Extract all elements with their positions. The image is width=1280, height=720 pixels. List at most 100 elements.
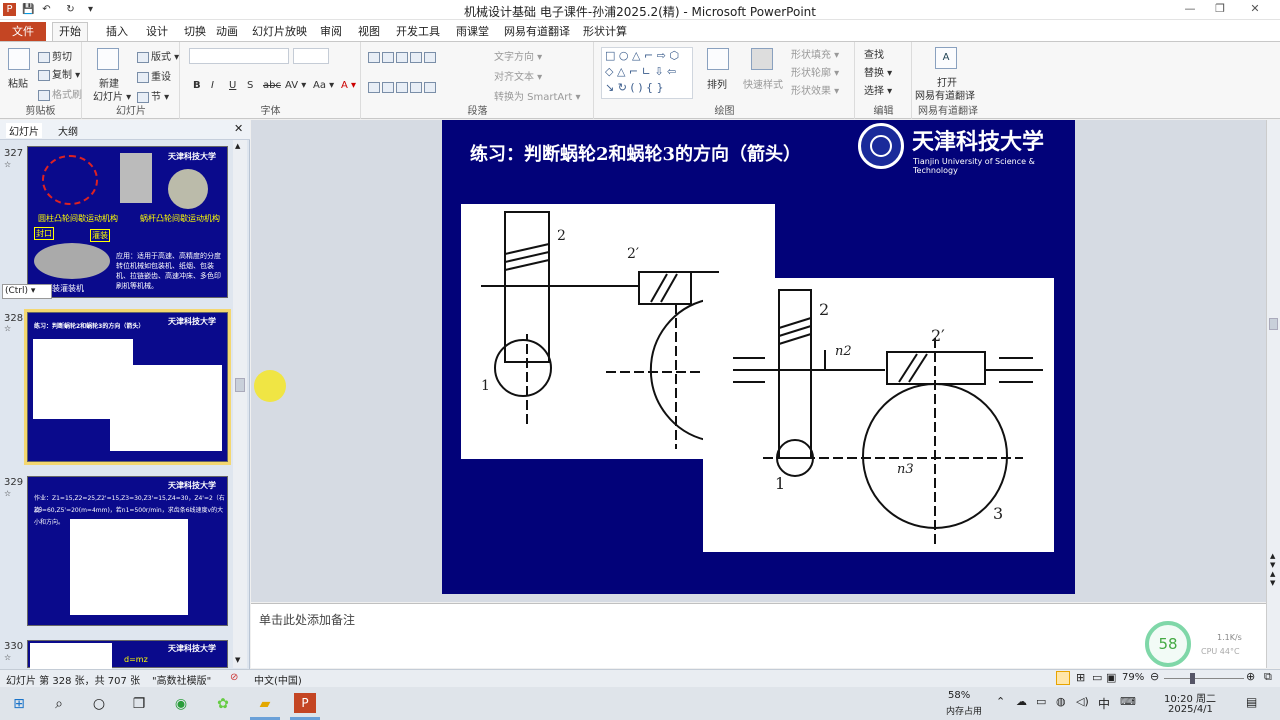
close-button[interactable]: ✕ xyxy=(1245,2,1265,18)
cut-button[interactable]: 剪切 xyxy=(38,48,72,63)
bold-button[interactable]: B xyxy=(193,80,201,91)
tab-outline[interactable]: 大纲 xyxy=(58,123,78,138)
language[interactable]: 中文(中国) xyxy=(254,672,302,687)
spellcheck-icon[interactable]: ⊘ xyxy=(230,672,238,683)
thumbnail-scrollbar[interactable]: ▲ ▼ xyxy=(233,140,247,668)
font-color-button[interactable]: A ▾ xyxy=(341,80,356,91)
tab-slides[interactable]: 幻灯片 xyxy=(6,123,42,138)
notes-pane[interactable]: 单击此处添加备注 xyxy=(251,603,1266,668)
fit-to-window-icon[interactable]: ⧉ xyxy=(1264,670,1272,684)
slideshow-icon[interactable]: ▣ xyxy=(1106,671,1116,684)
font-size-box[interactable] xyxy=(293,48,329,64)
cortana-icon[interactable]: ○ xyxy=(90,695,108,713)
scroll-down-icon[interactable]: ▼ xyxy=(235,656,240,664)
replace-button[interactable]: 替换 ▾ xyxy=(864,64,892,79)
italic-button[interactable]: I xyxy=(211,80,214,91)
slide-thumbnail-330[interactable]: d=mz 天津科技大学 xyxy=(27,640,228,669)
paste-options-popup[interactable]: (Ctrl) ▾ xyxy=(2,284,52,299)
quick-styles-button[interactable]: 快速样式 xyxy=(743,76,783,91)
current-slide[interactable]: 练习：判断蜗轮2和蜗轮3的方向（箭头） 天津科技大学 Tianjin Unive… xyxy=(442,120,1075,594)
slide-thumbnail-327[interactable]: 天津科技大学 圆柱凸轮间歇运动机构 蜗杆凸轮间歇运动机构 封口 灌装 应用：适用… xyxy=(27,146,228,298)
select-button[interactable]: 选择 ▾ xyxy=(864,82,892,97)
zoom-slider-thumb[interactable] xyxy=(1190,673,1195,684)
task-view-icon[interactable]: ❐ xyxy=(130,695,148,713)
list-buttons[interactable] xyxy=(368,50,488,64)
keyboard-icon[interactable]: ⌨ xyxy=(1120,695,1136,708)
zoom-out-icon[interactable]: ⊖ xyxy=(1150,670,1159,683)
network-icon[interactable]: ▭ xyxy=(1036,695,1046,708)
tab-slideshow[interactable]: 幻灯片放映 xyxy=(246,22,313,41)
open-youdao-button[interactable]: 网易有道翻译 xyxy=(915,87,975,102)
reading-view-icon[interactable]: ▭ xyxy=(1092,671,1102,684)
zoom-slider[interactable] xyxy=(1164,678,1244,679)
paste-button[interactable]: 粘贴 xyxy=(8,75,28,90)
underline-button[interactable]: U xyxy=(229,80,236,91)
find-button[interactable]: 查找 xyxy=(864,46,884,61)
slide-scroll-thumb[interactable] xyxy=(1269,318,1278,330)
tab-transitions[interactable]: 切换 xyxy=(178,22,212,41)
shape-fill-button[interactable]: 形状填充 ▾ xyxy=(791,46,839,61)
copy-button[interactable]: 复制 ▾ xyxy=(38,66,80,81)
file-explorer-icon[interactable]: ▰ xyxy=(256,695,274,713)
restore-button[interactable]: ❐ xyxy=(1210,2,1230,18)
tab-youdao[interactable]: 网易有道翻译 xyxy=(498,22,576,41)
tab-file[interactable]: 文件 xyxy=(0,22,46,41)
layout-button[interactable]: 版式 ▾ xyxy=(137,48,179,63)
slide-thumbnail-329[interactable]: 天津科技大学 作业：Z1=15,Z2=25,Z2'=15,Z3=30,Z3'=1… xyxy=(27,476,228,626)
tab-design[interactable]: 设计 xyxy=(140,22,174,41)
cloud-icon[interactable]: ☁ xyxy=(1016,695,1027,708)
tab-developer[interactable]: 开发工具 xyxy=(390,22,446,41)
spacing-button[interactable]: AV ▾ xyxy=(285,80,306,91)
reset-button[interactable]: 重设 xyxy=(137,68,171,83)
shape-effects-button[interactable]: 形状效果 ▾ xyxy=(791,82,839,97)
tab-shape-calc[interactable]: 形状计算 xyxy=(577,22,633,41)
slide-thumbnail-328[interactable]: 练习：判断蜗轮2和蜗轮3的方向（箭头） 天津科技大学 xyxy=(24,309,231,465)
strikethrough-button[interactable]: abc xyxy=(263,80,281,91)
worm-gear-figure-2[interactable]: 2 2′ n2 1 n3 3 xyxy=(703,278,1054,552)
volume-icon[interactable]: ◁) xyxy=(1076,695,1089,708)
tab-animations[interactable]: 动画 xyxy=(210,22,244,41)
browser-icon[interactable]: ◉ xyxy=(172,695,190,713)
slide-scrollbar[interactable]: ▲ ▼ ▲ ▼ xyxy=(1266,120,1280,668)
tab-insert[interactable]: 插入 xyxy=(100,22,134,41)
globe-icon[interactable]: ◍ xyxy=(1056,695,1066,708)
new-slide-button[interactable]: 幻灯片 ▾ xyxy=(93,88,131,103)
tab-review[interactable]: 审阅 xyxy=(314,22,348,41)
zoom-in-icon[interactable]: ⊕ xyxy=(1246,670,1255,683)
section-button[interactable]: 节 ▾ xyxy=(137,88,169,103)
prev-next-slide-icons[interactable]: ▲ ▼ ▲ ▼ xyxy=(1270,552,1275,588)
font-name-box[interactable] xyxy=(189,48,289,64)
close-pane-icon[interactable]: ✕ xyxy=(234,122,243,135)
zoom-level[interactable]: 79% xyxy=(1122,672,1144,683)
notes-placeholder[interactable]: 单击此处添加备注 xyxy=(259,611,355,628)
slide-sorter-icon[interactable]: ⊞ xyxy=(1076,671,1085,684)
tab-view[interactable]: 视图 xyxy=(352,22,386,41)
shadow-button[interactable]: S xyxy=(247,80,253,91)
normal-view-icon[interactable] xyxy=(1056,671,1070,685)
align-text-button[interactable]: 对齐文本 ▾ xyxy=(494,68,542,83)
minimize-button[interactable]: — xyxy=(1180,2,1200,18)
align-buttons[interactable] xyxy=(368,80,488,94)
slide-title[interactable]: 练习：判断蜗轮2和蜗轮3的方向（箭头） xyxy=(470,140,801,166)
format-painter-button[interactable]: 格式刷 xyxy=(38,86,82,101)
theme-name[interactable]: "高数社模版" xyxy=(152,672,211,687)
clock-time[interactable]: 10:20 周二 xyxy=(1164,690,1216,705)
change-case-button[interactable]: Aa ▾ xyxy=(313,80,334,91)
notifications-icon[interactable]: ▤ xyxy=(1246,695,1257,709)
scroll-up-icon[interactable]: ▲ xyxy=(235,142,240,150)
windows-start-icon[interactable]: ⊞ xyxy=(10,695,28,713)
text-direction-button[interactable]: 文字方向 ▾ xyxy=(494,48,542,63)
clock-date[interactable]: 2025/4/1 xyxy=(1168,704,1213,715)
tray-expand-icon[interactable]: ⌃ xyxy=(996,695,1005,708)
tab-home[interactable]: 开始 xyxy=(52,22,88,41)
shape-outline-button[interactable]: 形状轮廓 ▾ xyxy=(791,64,839,79)
tab-rain-classroom[interactable]: 雨课堂 xyxy=(450,22,495,41)
smartart-button[interactable]: 转换为 SmartArt ▾ xyxy=(494,88,581,103)
scroll-thumb[interactable] xyxy=(235,378,245,392)
ime-indicator[interactable]: 中 xyxy=(1098,695,1110,712)
app-icon[interactable]: ✿ xyxy=(214,695,232,713)
search-icon[interactable]: ⌕ xyxy=(50,695,68,713)
arrange-button[interactable]: 排列 xyxy=(707,76,727,91)
powerpoint-taskbar-icon[interactable]: P xyxy=(294,693,316,713)
shapes-gallery[interactable]: □ ○ △ ⌐ ⇨ ⬡ ◇ △ ⌐ ∟ ⇩ ⇦ ↘ ↻ ( ) { } xyxy=(601,47,693,99)
